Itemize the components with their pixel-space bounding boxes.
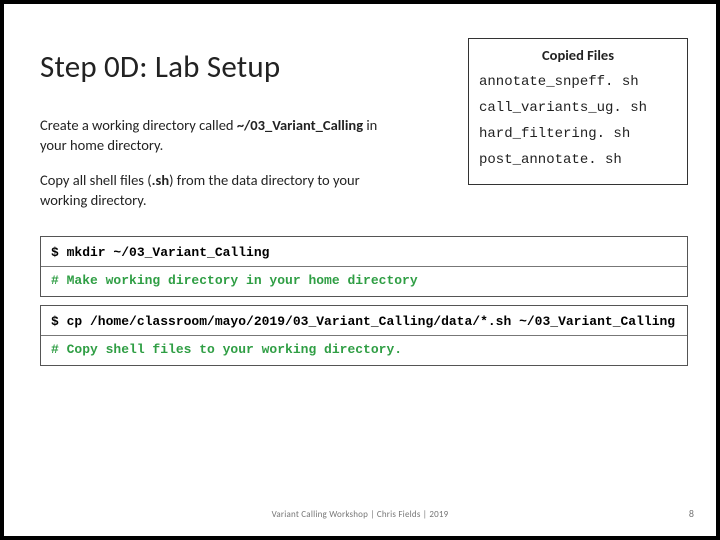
paragraph-1-a: Create a working directory called <box>40 116 237 134</box>
copied-file-item: hard_filtering. sh <box>479 122 677 148</box>
page-number: 8 <box>689 507 694 520</box>
paragraph-2-a: Copy all shell files ( <box>40 171 152 189</box>
code-block-1: $ mkdir ~/03_Variant_Calling # Make work… <box>40 236 688 297</box>
code-command: $ cp /home/classroom/mayo/2019/03_Varian… <box>41 306 687 335</box>
paragraph-1: Create a working directory called ~/03_V… <box>40 116 380 155</box>
paragraph-2: Copy all shell files (.sh) from the data… <box>40 171 380 210</box>
copied-file-item: annotate_snpeff. sh <box>479 70 677 96</box>
code-block-2: $ cp /home/classroom/mayo/2019/03_Varian… <box>40 305 688 366</box>
copied-file-item: post_annotate. sh <box>479 148 677 174</box>
slide-title: Step 0D: Lab Setup <box>40 48 450 86</box>
copied-files-heading: Copied Files <box>479 47 677 64</box>
code-command: $ mkdir ~/03_Variant_Calling <box>41 237 687 266</box>
top-region: Step 0D: Lab Setup Create a working dire… <box>40 38 688 226</box>
slide-footer: Variant Calling Workshop | Chris Fields … <box>4 509 716 520</box>
copied-files-box: Copied Files annotate_snpeff. sh call_va… <box>468 38 688 185</box>
left-column: Step 0D: Lab Setup Create a working dire… <box>40 38 450 226</box>
copied-file-item: call_variants_ug. sh <box>479 96 677 122</box>
code-comment: # Make working directory in your home di… <box>41 267 687 296</box>
paragraph-1-bold: ~/03_Variant_Calling <box>237 116 363 134</box>
slide: Step 0D: Lab Setup Create a working dire… <box>4 4 716 536</box>
code-comment: # Copy shell files to your working direc… <box>41 336 687 365</box>
paragraph-2-bold: .sh <box>152 171 169 189</box>
